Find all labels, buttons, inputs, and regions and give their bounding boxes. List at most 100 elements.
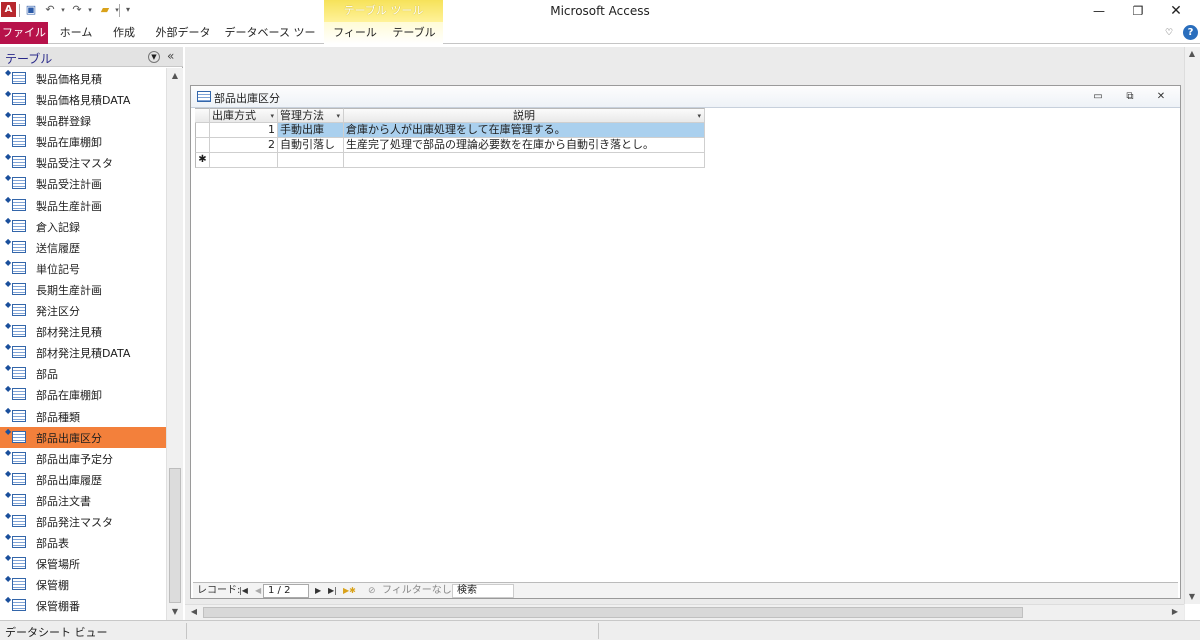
minimize-icon[interactable]: — (1087, 2, 1111, 20)
first-record-icon[interactable]: |◀ (239, 584, 248, 598)
nav-item[interactable]: ◆ 保管場所 (0, 553, 166, 574)
column-dropdown-icon[interactable]: ▾ (697, 109, 701, 122)
nav-item[interactable]: ◆ 発注区分 (0, 300, 166, 321)
next-record-icon[interactable]: ▶ (315, 584, 321, 598)
doc-close-icon[interactable]: ✕ (1151, 89, 1171, 104)
nav-item[interactable]: ◆ 単位記号 (0, 258, 166, 279)
scroll-right-icon[interactable]: ▶ (1168, 605, 1182, 619)
nav-item[interactable]: ◆ 製品受注計画 (0, 173, 166, 194)
nav-item[interactable]: ◆ 部品 (0, 363, 166, 384)
table-icon (12, 72, 26, 84)
nav-item[interactable]: ◆ 送信履歴 (0, 237, 166, 258)
nav-item[interactable]: ◆ 製品価格見積DATA (0, 89, 166, 110)
nav-item[interactable]: ◆ 保管棚番 (0, 595, 166, 616)
new-record-marker[interactable]: ✱ (195, 153, 210, 168)
tab-database-tools[interactable]: データベース ツール (224, 22, 316, 61)
table-icon (12, 304, 26, 317)
tab-create[interactable]: 作成 (106, 22, 142, 44)
tab-fields[interactable]: フィールド (330, 22, 380, 61)
restore-icon[interactable]: ❐ (1126, 2, 1150, 20)
nav-item[interactable]: ◆ 長期生産計画 (0, 279, 166, 300)
column-header[interactable]: 説明 ▾ (344, 108, 705, 123)
document-title: 部品出庫区分 (214, 92, 280, 105)
table-cell[interactable]: 自動引落し (278, 138, 344, 153)
table-icon (12, 578, 26, 591)
minimize-ribbon-icon[interactable]: ♡ (1165, 25, 1173, 41)
nav-item[interactable]: ◆ 部材発注見積 (0, 321, 166, 342)
nav-item[interactable]: ◆ 部品出庫区分 (0, 426, 166, 448)
redo-icon[interactable]: ↷ (70, 3, 84, 17)
table-cell[interactable]: 生産完了処理で部品の理論必要数を在庫から自動引き落とし。 (344, 138, 705, 153)
nav-item[interactable]: ◆ 部品出庫予定分 (0, 448, 166, 469)
horizontal-scroll-thumb[interactable] (203, 607, 1023, 618)
tab-table[interactable]: テーブル (390, 22, 438, 44)
nav-item[interactable]: ◆ 保管棚 (0, 574, 166, 595)
doc-restore-icon[interactable]: ⧉ (1120, 89, 1140, 104)
nav-category-dropdown-icon[interactable]: ▼ (148, 51, 160, 63)
nav-item[interactable]: ◆ 部品注文書 (0, 490, 166, 511)
tab-file[interactable]: ファイル (0, 22, 48, 44)
table-cell-new[interactable] (278, 153, 344, 168)
nav-item[interactable]: ◆ 製品価格見積 (0, 68, 166, 89)
nav-item[interactable]: ◆ 部品表 (0, 532, 166, 553)
help-icon[interactable]: ? (1183, 25, 1198, 40)
nav-item[interactable]: ◆ 製品生産計画 (0, 195, 166, 216)
filter-icon[interactable]: ⊘ (368, 584, 376, 598)
current-record-field[interactable]: 1 / 2 (263, 584, 309, 598)
table-cell[interactable]: 倉庫から人が出庫処理をして在庫管理する。 (344, 123, 705, 138)
row-selector[interactable] (195, 123, 210, 138)
nav-item[interactable]: ◆ 部品種類 (0, 406, 166, 427)
tab-external-data[interactable]: 外部データ (152, 22, 214, 44)
table-cell[interactable]: 2 (210, 138, 278, 153)
new-record-icon[interactable]: ▶✱ (343, 584, 356, 598)
nav-item[interactable]: ◆ 部材発注見積DATA (0, 342, 166, 363)
status-bar: データシート ビュー (0, 620, 1200, 640)
nav-item[interactable]: ◆ 部品出庫履歴 (0, 469, 166, 490)
nav-item[interactable]: ◆ 製品群登録 (0, 110, 166, 131)
close-icon[interactable]: ✕ (1164, 2, 1188, 20)
nav-pane-header[interactable]: テーブル ▼ « (0, 47, 183, 67)
table-cell-new[interactable] (210, 153, 278, 168)
customize-qat-icon[interactable]: ▾ (121, 3, 135, 17)
nav-item[interactable]: ◆ 部品発注マスタ (0, 511, 166, 532)
doc-minimize-icon[interactable]: ▭ (1088, 89, 1108, 104)
undo-dropdown-icon[interactable]: ▾ (56, 3, 70, 17)
save-icon[interactable]: ▣ (24, 3, 38, 17)
nav-item[interactable]: ◆ 製品受注マスタ (0, 152, 166, 173)
workspace-horizontal-scrollbar[interactable]: ◀ ▶ (185, 604, 1184, 620)
table-cell[interactable]: 1 (210, 123, 278, 138)
nav-item[interactable]: ◆ 倉入記録 (0, 216, 166, 237)
column-dropdown-icon[interactable]: ▾ (270, 109, 274, 122)
column-header[interactable]: 出庫方式 ▾ (210, 108, 278, 123)
column-dropdown-icon[interactable]: ▾ (336, 109, 340, 122)
nav-item[interactable]: ◆ 部品在庫棚卸 (0, 384, 166, 405)
undo-icon[interactable]: ↶ (43, 3, 57, 17)
column-header[interactable]: 管理方法 ▾ (278, 108, 344, 123)
scroll-up-icon[interactable]: ▲ (167, 68, 183, 84)
nav-scroll-thumb[interactable] (169, 468, 181, 603)
previous-record-icon[interactable]: ◀ (255, 584, 261, 598)
row-selector[interactable] (195, 138, 210, 153)
last-record-icon[interactable]: ▶| (328, 584, 337, 598)
linked-table-arrow-icon: ◆ (5, 321, 12, 331)
nav-item[interactable]: ◆ 製品在庫棚卸 (0, 131, 166, 152)
nav-item-label: 製品受注計画 (36, 178, 102, 192)
redo-dropdown-icon[interactable]: ▾ (83, 3, 97, 17)
scroll-up-icon[interactable]: ▲ (1185, 47, 1199, 61)
workspace-vertical-scrollbar[interactable]: ▲ ▼ (1184, 47, 1200, 604)
document-title-bar[interactable]: 部品出庫区分 ▭ ⧉ ✕ (191, 86, 1180, 108)
select-all-corner[interactable] (195, 108, 210, 123)
scroll-left-icon[interactable]: ◀ (187, 605, 201, 619)
filter-status[interactable]: フィルターなし (382, 584, 452, 598)
nav-scrollbar[interactable]: ▲ ▼ (166, 68, 183, 620)
nav-item-label: 保管棚番 (36, 600, 80, 614)
scroll-down-icon[interactable]: ▼ (1185, 590, 1199, 604)
search-input[interactable]: 検索 (452, 584, 514, 598)
scroll-down-icon[interactable]: ▼ (167, 604, 183, 620)
shutter-bar-close-icon[interactable]: « (167, 49, 174, 63)
table-icon (12, 388, 26, 401)
access-app-icon[interactable]: A (1, 2, 16, 17)
tab-home[interactable]: ホーム (56, 22, 96, 44)
table-cell[interactable]: 手動出庫 (278, 123, 344, 138)
table-cell-new[interactable] (344, 153, 705, 168)
